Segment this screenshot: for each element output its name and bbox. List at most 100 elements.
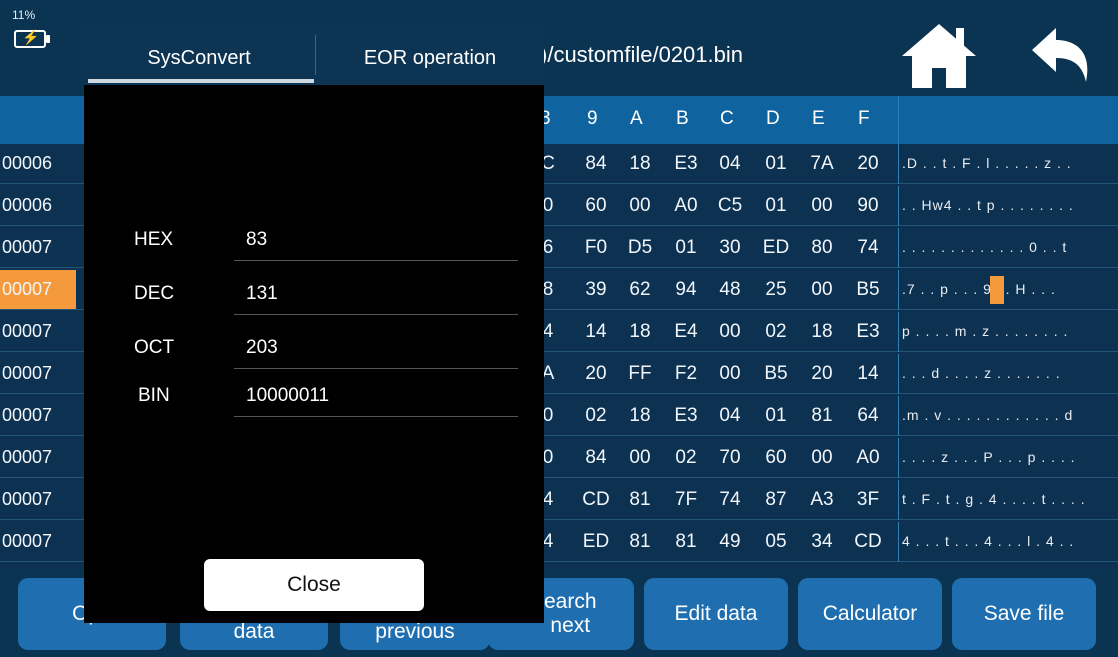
hex-cell[interactable]: F0 [578, 228, 614, 267]
hex-cell[interactable]: D5 [622, 228, 658, 267]
hex-cell[interactable]: 05 [758, 522, 794, 561]
ascii-cell[interactable]: .7 . . p . . . 9b . H . . . [902, 270, 1116, 309]
hex-cell[interactable]: 80 [804, 228, 840, 267]
hex-cell[interactable]: B5 [850, 270, 886, 309]
hex-cell[interactable]: 00 [622, 186, 658, 225]
hex-cell[interactable]: 04 [712, 396, 748, 435]
hex-cell[interactable]: CD [850, 522, 886, 561]
hex-cell[interactable]: 3F [850, 480, 886, 519]
hex-cell[interactable]: ED [578, 522, 614, 561]
hex-cell[interactable]: 18 [622, 396, 658, 435]
ascii-cell[interactable]: . . . . . . . . . . . . . 0 . . t [902, 228, 1116, 267]
ascii-cell[interactable]: .D . . t . F . l . . . . . z . . [902, 144, 1116, 183]
ascii-cell[interactable]: .m . v . . . . . . . . . . . . d [902, 396, 1116, 435]
hex-cell[interactable]: 30 [712, 228, 748, 267]
row-address[interactable]: 00007 [0, 228, 76, 267]
hex-cell[interactable]: 62 [622, 270, 658, 309]
hex-cell[interactable]: 01 [668, 228, 704, 267]
hex-cell[interactable]: 14 [850, 354, 886, 393]
row-address[interactable]: 00006 [0, 186, 76, 225]
hex-cell[interactable]: B5 [758, 354, 794, 393]
hex-cell[interactable]: A0 [668, 186, 704, 225]
row-address[interactable]: 00007 [0, 438, 76, 477]
hex-cell[interactable]: 60 [758, 438, 794, 477]
row-address[interactable]: 00007 [0, 312, 76, 351]
hex-cell[interactable]: E3 [850, 312, 886, 351]
oct-field[interactable]: 203 [246, 337, 278, 359]
hex-cell[interactable]: E4 [668, 312, 704, 351]
row-address[interactable]: 00007 [0, 522, 76, 561]
hex-cell[interactable]: 84 [578, 144, 614, 183]
hex-cell[interactable]: E3 [668, 396, 704, 435]
edit-data-button[interactable]: Edit data [644, 578, 788, 650]
hex-cell[interactable]: 02 [668, 438, 704, 477]
hex-cell[interactable]: 64 [850, 396, 886, 435]
ascii-cell[interactable]: p . . . . m . z . . . . . . . . [902, 312, 1116, 351]
hex-cell[interactable]: 84 [578, 438, 614, 477]
save-file-button[interactable]: Save file [952, 578, 1096, 650]
hex-cell[interactable]: 20 [804, 354, 840, 393]
hex-cell[interactable]: 00 [804, 270, 840, 309]
hex-field[interactable]: 83 [246, 229, 267, 251]
hex-cell[interactable]: 81 [668, 522, 704, 561]
hex-cell[interactable]: 01 [758, 396, 794, 435]
hex-cell[interactable]: 20 [850, 144, 886, 183]
hex-cell[interactable]: 25 [758, 270, 794, 309]
hex-cell[interactable]: A3 [804, 480, 840, 519]
bin-field[interactable]: 10000011 [246, 385, 329, 407]
hex-cell[interactable]: 00 [622, 438, 658, 477]
hex-cell[interactable]: 02 [758, 312, 794, 351]
row-address[interactable]: 00007 [0, 270, 76, 309]
hex-cell[interactable]: ED [758, 228, 794, 267]
hex-cell[interactable]: 14 [578, 312, 614, 351]
hex-cell[interactable]: 60 [578, 186, 614, 225]
hex-cell[interactable]: 81 [622, 480, 658, 519]
back-arrow-icon[interactable] [1026, 20, 1096, 90]
dec-field[interactable]: 131 [246, 283, 278, 305]
tab-sysconvert[interactable]: SysConvert [84, 25, 314, 85]
ascii-cell[interactable]: t . F . t . g . 4 . . . . t . . . . [902, 480, 1116, 519]
hex-cell[interactable]: C5 [712, 186, 748, 225]
hex-cell[interactable]: 01 [758, 186, 794, 225]
hex-cell[interactable]: 90 [850, 186, 886, 225]
row-address[interactable]: 00006 [0, 144, 76, 183]
home-icon[interactable] [900, 22, 978, 90]
ascii-cell[interactable]: . . . d . . . . z . . . . . . . [902, 354, 1116, 393]
hex-cell[interactable]: 81 [804, 396, 840, 435]
row-address[interactable]: 00007 [0, 480, 76, 519]
hex-cell[interactable]: 7F [668, 480, 704, 519]
hex-cell[interactable]: CD [578, 480, 614, 519]
ascii-cell[interactable]: . . . . z . . . P . . . p . . . . [902, 438, 1116, 477]
hex-cell[interactable]: 18 [622, 144, 658, 183]
hex-cell[interactable]: 00 [712, 312, 748, 351]
tab-eor-operation[interactable]: EOR operation [316, 25, 544, 85]
calculator-button[interactable]: Calculator [798, 578, 942, 650]
hex-cell[interactable]: A0 [850, 438, 886, 477]
hex-cell[interactable]: 81 [622, 522, 658, 561]
hex-cell[interactable]: 48 [712, 270, 748, 309]
hex-cell[interactable]: 01 [758, 144, 794, 183]
hex-cell[interactable]: 00 [712, 354, 748, 393]
hex-cell[interactable]: 49 [712, 522, 748, 561]
hex-cell[interactable]: 00 [804, 438, 840, 477]
hex-cell[interactable]: 34 [804, 522, 840, 561]
hex-cell[interactable]: F2 [668, 354, 704, 393]
hex-cell[interactable]: 39 [578, 270, 614, 309]
hex-cell[interactable]: FF [622, 354, 658, 393]
hex-cell[interactable]: 20 [578, 354, 614, 393]
row-address[interactable]: 00007 [0, 354, 76, 393]
hex-cell[interactable]: 87 [758, 480, 794, 519]
hex-cell[interactable]: E3 [668, 144, 704, 183]
row-address[interactable]: 00007 [0, 396, 76, 435]
hex-cell[interactable]: 74 [850, 228, 886, 267]
ascii-cell[interactable]: 4 . . . t . . . 4 . . . l . 4 . . [902, 522, 1116, 561]
hex-cell[interactable]: 18 [804, 312, 840, 351]
hex-cell[interactable]: 04 [712, 144, 748, 183]
hex-cell[interactable]: 18 [622, 312, 658, 351]
hex-cell[interactable]: 02 [578, 396, 614, 435]
ascii-cell[interactable]: . . Hw4 . . t p . . . . . . . . [902, 186, 1116, 225]
hex-cell[interactable]: 70 [712, 438, 748, 477]
hex-cell[interactable]: 94 [668, 270, 704, 309]
hex-cell[interactable]: 7A [804, 144, 840, 183]
hex-cell[interactable]: 00 [804, 186, 840, 225]
